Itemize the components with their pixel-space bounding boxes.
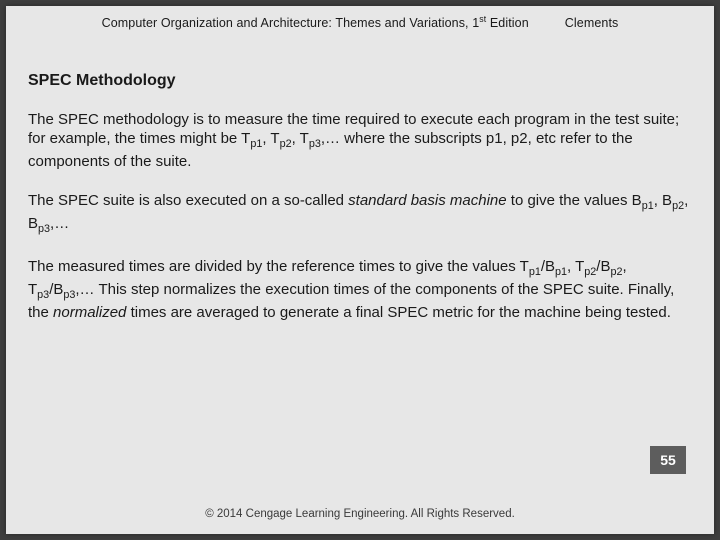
p3-text-h: times are averaged to generate a final S… xyxy=(126,304,670,321)
p3-sub-2: p1 xyxy=(555,266,567,278)
p2-text-a: The SPEC suite is also executed on a so-… xyxy=(28,192,348,209)
p3-text-b: /B xyxy=(541,258,555,275)
p3-sub-1: p1 xyxy=(529,266,541,278)
p3-sub-5: p3 xyxy=(37,289,49,301)
copyright-footer: © 2014 Cengage Learning Engineering. All… xyxy=(6,508,714,520)
p2-text-b: to give the values B xyxy=(507,192,642,209)
book-title-prefix: Computer Organization and Architecture: … xyxy=(102,16,480,30)
p1-sub-2: p2 xyxy=(280,138,292,150)
page-number-badge: 55 xyxy=(650,446,686,474)
section-title: SPEC Methodology xyxy=(28,72,692,90)
p3-text-a: The measured times are divided by the re… xyxy=(28,258,529,275)
paragraph-3: The measured times are divided by the re… xyxy=(28,257,692,322)
p1-sub-3: p3 xyxy=(309,138,321,150)
p2-text-c: , B xyxy=(654,192,672,209)
header-line: Computer Organization and Architecture: … xyxy=(28,14,692,30)
p2-emph: standard basis machine xyxy=(348,192,506,209)
slide: Computer Organization and Architecture: … xyxy=(6,6,714,534)
p3-sub-3: p2 xyxy=(584,266,596,278)
p2-sub-2: p2 xyxy=(672,200,684,212)
book-title-suffix: Edition xyxy=(486,16,529,30)
p2-text-e: ,… xyxy=(50,215,69,232)
p1-text-c: , T xyxy=(292,130,309,147)
p3-text-c: , T xyxy=(567,258,584,275)
p3-emph: normalized xyxy=(53,304,126,321)
p3-sub-4: p2 xyxy=(610,266,622,278)
p1-text-b: , T xyxy=(262,130,279,147)
page-number: 55 xyxy=(660,452,676,468)
p3-text-d: /B xyxy=(596,258,610,275)
paragraph-2: The SPEC suite is also executed on a so-… xyxy=(28,191,692,237)
p1-sub-1: p1 xyxy=(250,138,262,150)
p3-sub-6: p3 xyxy=(63,289,75,301)
p2-sub-3: p3 xyxy=(38,223,50,235)
p3-text-f: /B xyxy=(49,281,63,298)
author-name: Clements xyxy=(565,16,619,30)
paragraph-1: The SPEC methodology is to measure the t… xyxy=(28,110,692,171)
p2-sub-1: p1 xyxy=(642,200,654,212)
